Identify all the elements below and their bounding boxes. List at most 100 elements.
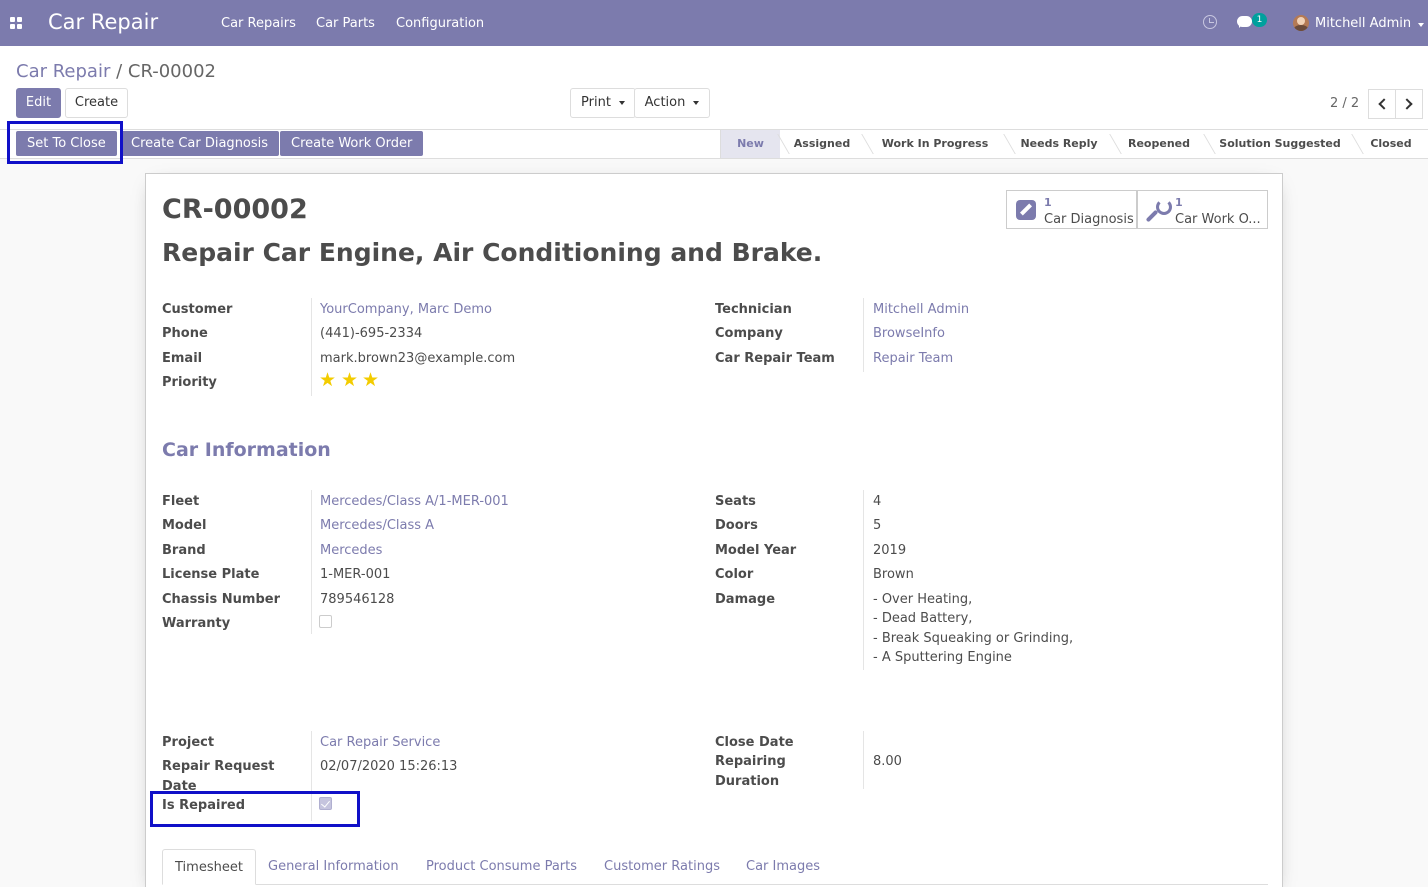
menu-car-parts[interactable]: Car Parts <box>316 16 375 31</box>
fleet-field[interactable]: Mercedes/Class A/1-MER-001 <box>320 494 509 509</box>
priority-star-icon[interactable]: ★ <box>341 371 358 390</box>
field-divider <box>863 490 864 670</box>
brand-field[interactable]: Mercedes <box>320 543 382 558</box>
project-field[interactable]: Car Repair Service <box>320 735 440 750</box>
repair-request-date-field[interactable]: 02/07/2020 15:26:13 <box>320 759 457 774</box>
menu-configuration[interactable]: Configuration <box>396 16 484 31</box>
damage-label: Damage <box>715 592 776 607</box>
action-dropdown[interactable]: Action <box>634 88 710 118</box>
model-year-label: Model Year <box>715 543 797 558</box>
pager-next-button[interactable] <box>1395 89 1423 119</box>
create-button[interactable]: Create <box>65 88 128 118</box>
priority-label: Priority <box>162 375 217 390</box>
edit-button[interactable]: Edit <box>16 88 61 118</box>
statusbar: Set To Close Create Car Diagnosis Create… <box>0 129 1428 159</box>
technician-field[interactable]: Mitchell Admin <box>873 302 969 317</box>
chevron-right-icon <box>1401 98 1413 110</box>
pager-value[interactable]: 2 / 2 <box>1330 96 1359 111</box>
phone-field[interactable]: (441)-695-2334 <box>320 326 422 341</box>
tab-timesheet[interactable]: Timesheet <box>162 849 256 885</box>
create-work-order-button[interactable]: Create Work Order <box>280 131 424 156</box>
pager-previous-button[interactable] <box>1368 89 1396 119</box>
breadcrumb-current: CR-00002 <box>127 61 216 82</box>
field-divider <box>863 298 864 372</box>
phone-label: Phone <box>162 326 208 341</box>
tab-car-images[interactable]: Car Images <box>734 849 832 885</box>
avatar[interactable] <box>1293 15 1309 31</box>
chassis-number-label: Chassis Number <box>162 592 280 607</box>
warranty-checkbox[interactable] <box>319 615 332 628</box>
fleet-label: Fleet <box>162 494 200 509</box>
breadcrumb-parent[interactable]: Car Repair <box>16 61 110 82</box>
priority-star-icon[interactable]: ★ <box>319 371 336 390</box>
damage-line[interactable]: - Break Squeaking or Grinding, <box>873 631 1073 646</box>
customer-field[interactable]: YourCompany, Marc Demo <box>320 302 492 317</box>
company-field[interactable]: BrowseInfo <box>873 326 945 341</box>
car-repair-team-field[interactable]: Repair Team <box>873 351 953 366</box>
highlight-box <box>7 121 123 164</box>
priority-star-icon[interactable]: ★ <box>362 371 379 390</box>
repair-request-date-label: Repair Request <box>162 759 275 774</box>
car-repair-team-label: Car Repair Team <box>715 351 835 366</box>
car-work-order-count: 1 <box>1175 196 1183 209</box>
doors-field[interactable]: 5 <box>873 518 881 533</box>
car-work-order-smart-button[interactable]: 1 Car Work O... <box>1137 190 1268 229</box>
form-sheet: 1 Car Diagnosis 1 Car Work O... CR-00002… <box>145 173 1283 887</box>
field-divider <box>863 731 864 789</box>
top-navbar: Car Repair Car Repairs Car Parts Configu… <box>0 0 1428 46</box>
model-label: Model <box>162 518 207 533</box>
create-car-diagnosis-button[interactable]: Create Car Diagnosis <box>120 131 280 156</box>
activity-clock-icon[interactable] <box>1203 15 1217 29</box>
project-label: Project <box>162 735 215 750</box>
chassis-number-field[interactable]: 789546128 <box>320 592 394 607</box>
damage-line[interactable]: - A Sputtering Engine <box>873 650 1012 665</box>
caret-down-icon <box>693 100 700 105</box>
email-label: Email <box>162 351 203 366</box>
damage-line[interactable]: - Dead Battery, <box>873 611 972 626</box>
email-field[interactable]: mark.brown23@example.com <box>320 351 515 366</box>
menu-car-repairs[interactable]: Car Repairs <box>221 16 296 31</box>
color-field[interactable]: Brown <box>873 567 914 582</box>
chevron-left-icon <box>1378 98 1390 110</box>
repairing-duration-label: Repairing <box>715 754 786 769</box>
damage-line[interactable]: - Over Heating, <box>873 592 972 607</box>
record-name: Repair Car Engine, Air Conditioning and … <box>162 238 823 267</box>
car-diagnosis-smart-button[interactable]: 1 Car Diagnosis <box>1006 190 1137 229</box>
control-panel: Car Repair / CR-00002 Edit Create Print … <box>0 46 1428 130</box>
notebook-tabs: Timesheet General Information Product Co… <box>162 849 1268 885</box>
tab-general-information[interactable]: General Information <box>256 849 411 885</box>
caret-down-icon <box>618 100 625 105</box>
apps-grid-icon[interactable] <box>10 17 22 29</box>
pencil-square-icon <box>1016 200 1036 220</box>
stage-solution-suggested[interactable]: Solution Suggested <box>1206 130 1354 158</box>
breadcrumb: Car Repair / CR-00002 <box>16 61 216 82</box>
caret-down-icon <box>1418 23 1424 27</box>
customer-label: Customer <box>162 302 233 317</box>
repairing-duration-field[interactable]: 8.00 <box>873 754 902 769</box>
model-year-field[interactable]: 2019 <box>873 543 906 558</box>
print-dropdown[interactable]: Print <box>570 88 636 118</box>
tab-product-consume-parts[interactable]: Product Consume Parts <box>414 849 589 885</box>
technician-label: Technician <box>715 302 792 317</box>
model-field[interactable]: Mercedes/Class A <box>320 518 434 533</box>
tab-customer-ratings[interactable]: Customer Ratings <box>592 849 732 885</box>
stage-closed[interactable]: Closed <box>1354 130 1428 158</box>
license-plate-field[interactable]: 1-MER-001 <box>320 567 390 582</box>
seats-field[interactable]: 4 <box>873 494 881 509</box>
stage-work-in-progress[interactable]: Work In Progress <box>864 130 1006 158</box>
action-label: Action <box>644 95 686 110</box>
highlight-box <box>150 791 360 827</box>
app-name[interactable]: Car Repair <box>48 10 158 34</box>
chat-bubble-icon[interactable] <box>1237 16 1252 28</box>
license-plate-label: License Plate <box>162 567 260 582</box>
warranty-label: Warranty <box>162 616 231 631</box>
record-id: CR-00002 <box>162 194 308 225</box>
color-label: Color <box>715 567 754 582</box>
breadcrumb-separator: / <box>110 61 128 82</box>
field-divider <box>311 490 312 634</box>
print-label: Print <box>581 95 611 110</box>
car-work-order-label: Car Work O... <box>1175 212 1261 227</box>
close-date-label: Close Date <box>715 735 794 750</box>
user-menu[interactable]: Mitchell Admin <box>1315 16 1411 31</box>
repairing-duration-label-line2: Duration <box>715 774 780 789</box>
